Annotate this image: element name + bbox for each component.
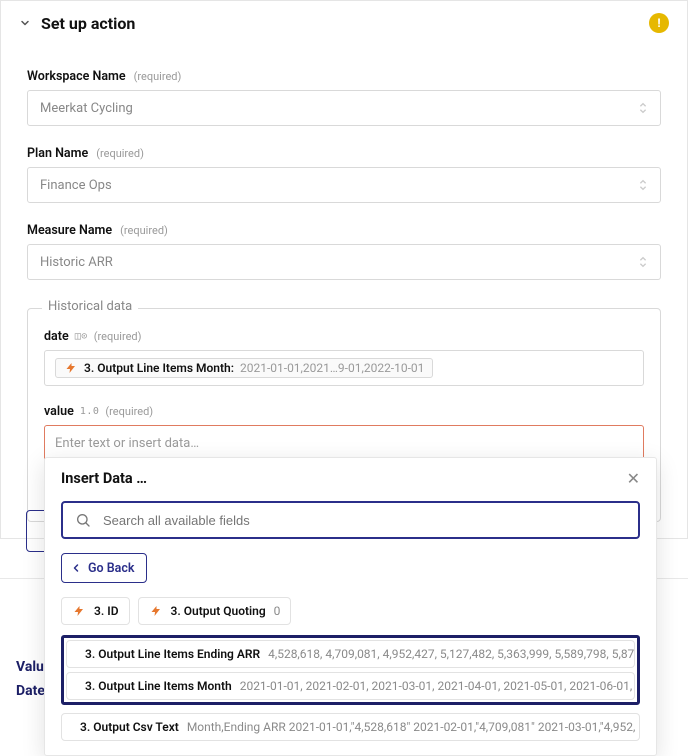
sort-caret-icon bbox=[638, 255, 648, 269]
date-input[interactable]: 3. Output Line Items Month: 2021-01-01,2… bbox=[44, 350, 644, 386]
field-option-month[interactable]: 3. Output Line Items Month 2021-01-01, 2… bbox=[66, 672, 635, 700]
field-value: 0 bbox=[274, 604, 281, 618]
chevron-left-icon bbox=[70, 562, 82, 574]
date-token-name: 3. Output Line Items Month: bbox=[84, 361, 234, 375]
zap-icon bbox=[64, 362, 78, 374]
measure-label: Measure Name bbox=[27, 223, 112, 238]
measure-required: (required) bbox=[120, 224, 168, 237]
zap-icon bbox=[72, 605, 86, 617]
search-icon bbox=[75, 512, 91, 528]
field-option-csv-text[interactable]: 3. Output Csv Text Month,Ending ARR 2021… bbox=[61, 713, 640, 741]
plan-field: Plan Name (required) Finance Ops bbox=[27, 146, 661, 203]
measure-value: Historic ARR bbox=[40, 255, 113, 270]
field-option-output-quoting[interactable]: 3. Output Quoting 0 bbox=[138, 597, 292, 625]
exclamation-icon: ! bbox=[657, 16, 660, 30]
fieldset-legend: Historical data bbox=[42, 299, 138, 314]
date-type-icon: ◫⊙ bbox=[75, 331, 88, 342]
value-placeholder: Enter text or insert data… bbox=[55, 436, 199, 451]
workspace-select[interactable]: Meerkat Cycling bbox=[27, 90, 661, 126]
field-value: 4,528,618, 4,709,081, 4,952,427, 5,127,4… bbox=[268, 647, 635, 661]
field-name: 3. ID bbox=[94, 604, 119, 618]
workspace-required: (required) bbox=[134, 70, 182, 83]
field-name: 3. Output Line Items Month bbox=[85, 679, 232, 693]
search-field-wrap[interactable] bbox=[61, 501, 640, 539]
search-input[interactable] bbox=[101, 512, 626, 529]
go-back-button[interactable]: Go Back bbox=[61, 553, 147, 583]
value-input[interactable]: Enter text or insert data… bbox=[44, 425, 644, 461]
date-required: (required) bbox=[94, 330, 142, 343]
plan-required: (required) bbox=[96, 147, 144, 160]
field-option-id[interactable]: 3. ID bbox=[61, 597, 130, 625]
date-token[interactable]: 3. Output Line Items Month: 2021-01-01,2… bbox=[55, 358, 433, 378]
date-label: date bbox=[44, 329, 69, 344]
panel-header[interactable]: Set up action ! bbox=[1, 1, 687, 39]
measure-select[interactable]: Historic ARR bbox=[27, 244, 661, 280]
insert-data-dropdown: Insert Data … ✕ Go Back 3. ID 3. Output … bbox=[44, 457, 657, 756]
field-name: 3. Output Line Items Ending ARR bbox=[85, 647, 260, 661]
field-value: Month,Ending ARR 2021-01-01,"4,528,618" … bbox=[187, 720, 636, 734]
sort-caret-icon bbox=[638, 178, 648, 192]
plan-value: Finance Ops bbox=[40, 178, 112, 193]
date-token-value: 2021-01-01,2021…9-01,2022-10-01 bbox=[240, 361, 424, 375]
value-required: (required) bbox=[105, 405, 153, 418]
chevron-down-icon bbox=[19, 17, 31, 29]
measure-field: Measure Name (required) Historic ARR bbox=[27, 223, 661, 280]
plan-select[interactable]: Finance Ops bbox=[27, 167, 661, 203]
field-name: 3. Output Quoting bbox=[171, 604, 266, 618]
warning-badge[interactable]: ! bbox=[649, 13, 669, 33]
go-back-label: Go Back bbox=[88, 561, 134, 576]
value-type-icon: 1.0 bbox=[80, 406, 100, 417]
field-name: 3. Output Csv Text bbox=[80, 720, 179, 734]
value-label: value bbox=[44, 404, 74, 419]
panel-title: Set up action bbox=[41, 14, 135, 33]
workspace-field: Workspace Name (required) Meerkat Cyclin… bbox=[27, 69, 661, 126]
dropdown-title: Insert Data … bbox=[61, 470, 147, 487]
sort-caret-icon bbox=[638, 101, 648, 115]
workspace-label: Workspace Name bbox=[27, 69, 126, 84]
close-icon[interactable]: ✕ bbox=[627, 471, 640, 487]
field-option-ending-arr[interactable]: 3. Output Line Items Ending ARR 4,528,61… bbox=[66, 640, 635, 668]
plan-label: Plan Name bbox=[27, 146, 88, 161]
highlighted-options: 3. Output Line Items Ending ARR 4,528,61… bbox=[61, 635, 640, 705]
field-value: 2021-01-01, 2021-02-01, 2021-03-01, 2021… bbox=[240, 679, 635, 693]
workspace-value: Meerkat Cycling bbox=[40, 101, 133, 116]
zap-icon bbox=[149, 605, 163, 617]
